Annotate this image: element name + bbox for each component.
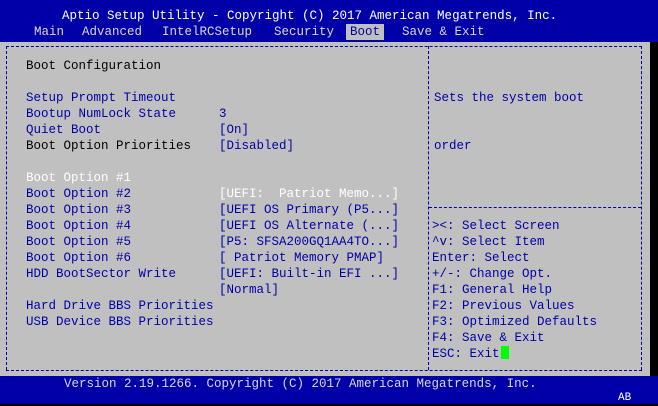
key-hint: F3: Optimized Defaults bbox=[432, 315, 598, 329]
title-bar: Aptio Setup Utility - Copyright (C) 2017… bbox=[0, 0, 658, 42]
boot-option-value[interactable]: [UEFI: Patriot Memo...] bbox=[219, 186, 399, 202]
key-hint: F1: General Help bbox=[432, 283, 553, 297]
frame-divider bbox=[428, 46, 429, 370]
boot-option-value[interactable]: [UEFI OS Alternate (...] bbox=[219, 218, 399, 234]
bios-setup-screen: Aptio Setup Utility - Copyright (C) 2017… bbox=[0, 0, 658, 404]
quiet-boot-label: Quiet Boot bbox=[26, 123, 102, 137]
hdd-bootsector-write-value[interactable]: [Normal] bbox=[219, 282, 279, 298]
tab-intelrcsetup[interactable]: IntelRCSetup bbox=[158, 24, 256, 40]
frame-border-left bbox=[6, 46, 7, 370]
boot-option-value[interactable]: [ Patriot Memory PMAP] bbox=[219, 250, 384, 266]
tab-save-exit[interactable]: Save & Exit bbox=[398, 24, 489, 40]
key-hint: ^v: Select Item bbox=[432, 235, 545, 249]
settings-panel: Boot Configuration Setup Prompt Timeout … bbox=[0, 42, 650, 376]
boot-configuration-heading: Boot Configuration bbox=[26, 59, 162, 73]
quiet-boot-value[interactable]: [Disabled] bbox=[219, 138, 294, 154]
tab-boot[interactable]: Boot bbox=[346, 24, 385, 40]
help-separator bbox=[429, 207, 641, 208]
frame-border-top bbox=[6, 46, 642, 47]
help-line: Sets the system boot bbox=[434, 91, 585, 105]
boot-option-priorities-heading: Boot Option Priorities bbox=[26, 139, 192, 153]
footer-bar: Version 2.19.1266. Copyright (C) 2017 Am… bbox=[0, 376, 658, 404]
key-hint: F4: Save & Exit bbox=[432, 331, 545, 345]
key-hint-esc-label: ESC: Exit bbox=[432, 347, 500, 361]
tab-bar: Main Advanced IntelRCSetup Security Boot… bbox=[0, 24, 658, 40]
app-title: Aptio Setup Utility - Copyright (C) 2017… bbox=[62, 9, 558, 23]
help-line: order bbox=[434, 139, 472, 153]
setup-prompt-timeout-value[interactable]: 3 bbox=[219, 106, 227, 122]
boot-option-value[interactable]: [UEFI OS Primary (P5...] bbox=[219, 202, 399, 218]
version-text: Version 2.19.1266. Copyright (C) 2017 Am… bbox=[64, 377, 537, 391]
hard-drive-bbs-priorities-link[interactable]: Hard Drive BBS Priorities bbox=[26, 298, 214, 314]
key-hint: ><: Select Screen bbox=[432, 219, 560, 233]
tab-security[interactable]: Security bbox=[270, 24, 338, 40]
key-hint: Enter: Select bbox=[432, 251, 530, 265]
tab-main[interactable]: Main bbox=[30, 24, 68, 40]
hdd-bootsector-write-label: HDD BootSector Write bbox=[26, 267, 177, 281]
panel-edge bbox=[650, 42, 658, 376]
boot-option-value[interactable]: [P5: SFSA200GQ1AA4TO...] bbox=[219, 234, 399, 250]
help-description: Sets the system boot order bbox=[434, 58, 640, 186]
key-hint: +/-: Change Opt. bbox=[432, 267, 553, 281]
bootup-numlock-state-value[interactable]: [On] bbox=[219, 122, 249, 138]
usb-device-bbs-priorities-link[interactable]: USB Device BBS Priorities bbox=[26, 314, 214, 330]
frame-border-bottom bbox=[6, 370, 642, 371]
boot-option-value[interactable]: [UEFI: Built-in EFI ...] bbox=[219, 266, 399, 282]
key-hint-esc: ESC: Exit bbox=[432, 346, 509, 362]
key-hint: F2: Previous Values bbox=[432, 299, 575, 313]
frame-border-right bbox=[641, 46, 642, 370]
text-cursor-icon bbox=[500, 346, 509, 359]
tab-advanced[interactable]: Advanced bbox=[78, 24, 146, 40]
